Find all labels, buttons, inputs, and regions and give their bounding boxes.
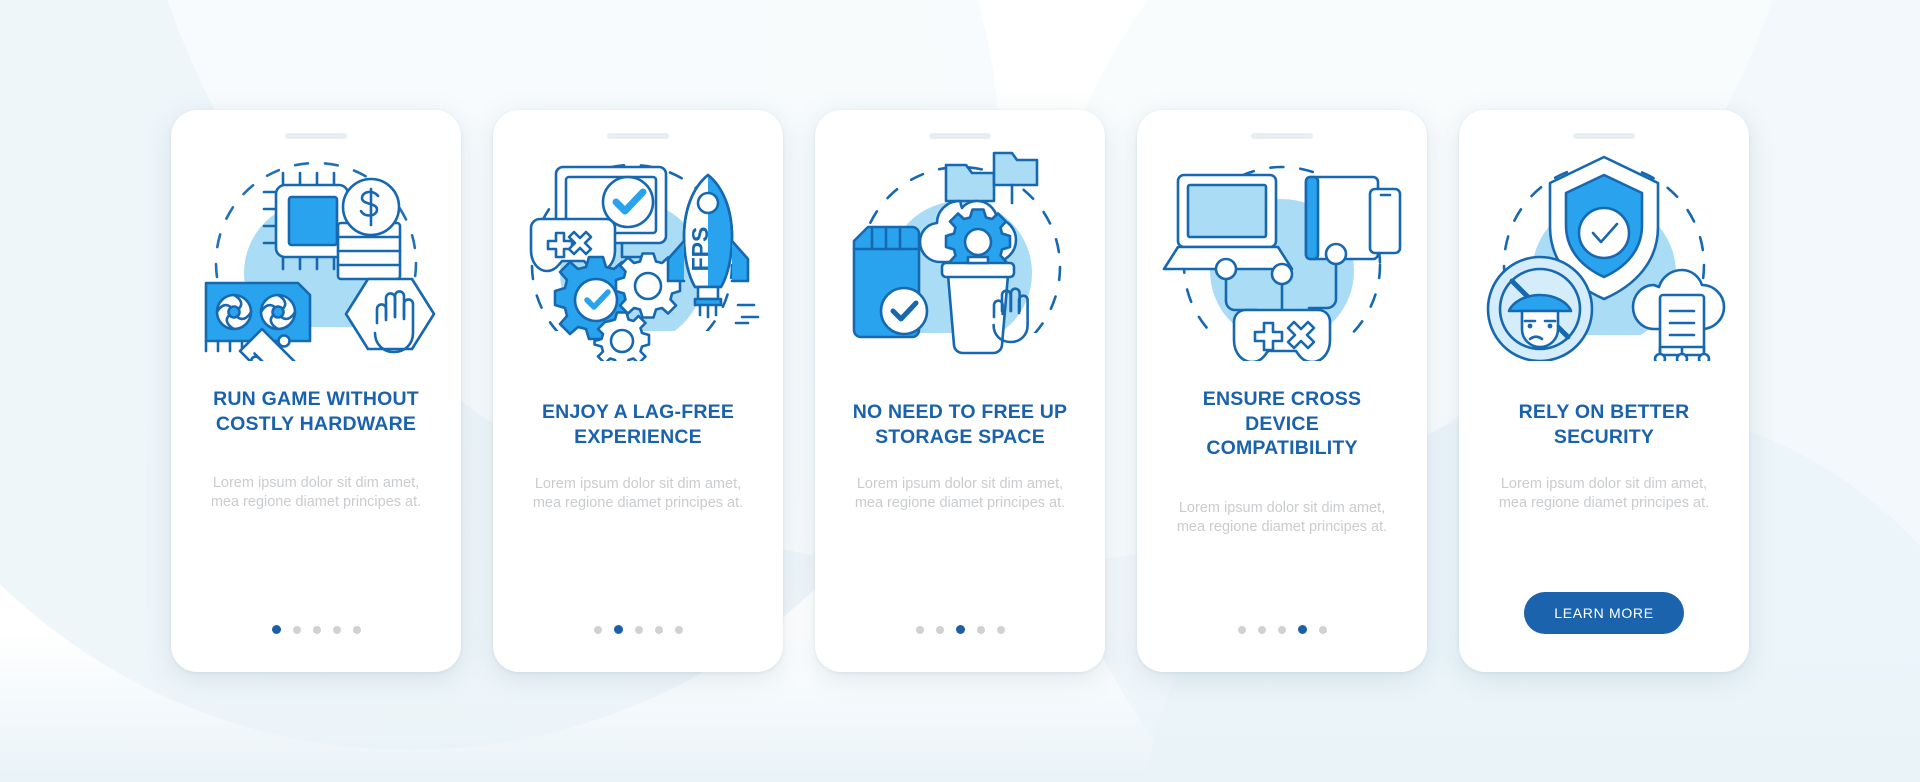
screen-text-block: NO NEED TO FREE UP STORAGE SPACE Lorem i… bbox=[844, 361, 1076, 625]
pagination-dot-2[interactable] bbox=[292, 625, 301, 634]
pagination-dot-4[interactable] bbox=[1297, 625, 1307, 634]
screen-footer bbox=[493, 625, 783, 672]
screen-footer: LEARN MORE bbox=[1459, 592, 1749, 672]
screen-title: NO NEED TO FREE UP STORAGE SPACE bbox=[852, 401, 1068, 448]
screen-title: RUN GAME WITHOUT COSTLY HARDWARE bbox=[213, 388, 419, 435]
onboarding-screen-run-game-without-costly-hardware: RUN GAME WITHOUT COSTLY HARDWARE Lorem i… bbox=[171, 110, 461, 672]
monitor-check-gamepad-gears-rocket-illustration: FPS bbox=[512, 163, 764, 361]
rocket-fps-label: FPS bbox=[687, 227, 713, 272]
onboarding-screen-enjoy-a-lag-free-experience: FPS ENJOY A LAG-FREE EXPERIENCE Lorem ip… bbox=[493, 110, 783, 672]
pagination-dot-4[interactable] bbox=[976, 625, 985, 634]
screen-body-text: Lorem ipsum dolor sit dim amet, mea regi… bbox=[1498, 476, 1710, 511]
screen-body-text: Lorem ipsum dolor sit dim amet, mea regi… bbox=[1176, 499, 1388, 535]
pagination-dot-5[interactable] bbox=[674, 625, 683, 634]
pagination-dot-4[interactable] bbox=[332, 625, 341, 634]
onboarding-screen-rely-on-better-security: RELY ON BETTER SECURITY Lorem ipsum dolo… bbox=[1459, 110, 1749, 672]
screen-title: ENJOY A LAG-FREE EXPERIENCE bbox=[541, 401, 735, 448]
phone-speaker-notch bbox=[929, 133, 991, 139]
pagination-dot-3[interactable] bbox=[955, 625, 965, 634]
pagination-dot-4[interactable] bbox=[654, 625, 663, 634]
memory-card-check-icon bbox=[852, 225, 929, 339]
pagination-dots[interactable] bbox=[593, 625, 683, 634]
phone-speaker-notch bbox=[607, 133, 669, 139]
pagination-dot-1[interactable] bbox=[593, 625, 602, 634]
pagination-dot-3[interactable] bbox=[312, 625, 321, 634]
smartphone-icon bbox=[1368, 187, 1402, 255]
pagination-dot-2[interactable] bbox=[613, 625, 623, 634]
laptop-icon bbox=[1162, 173, 1294, 271]
screen-body-text: Lorem ipsum dolor sit dim amet, mea regi… bbox=[210, 475, 422, 510]
onboarding-screen-no-need-to-free-up-storage-space: NO NEED TO FREE UP STORAGE SPACE Lorem i… bbox=[815, 110, 1105, 672]
screen-text-block: RELY ON BETTER SECURITY Lorem ipsum dolo… bbox=[1488, 361, 1720, 592]
no-pirate-icon bbox=[1486, 255, 1594, 361]
pagination-dot-2[interactable] bbox=[935, 625, 944, 634]
pagination-dot-5[interactable] bbox=[1318, 625, 1327, 634]
pagination-dots[interactable] bbox=[271, 625, 361, 634]
pagination-dot-5[interactable] bbox=[352, 625, 361, 634]
phone-speaker-notch bbox=[285, 133, 347, 139]
pagination-dots[interactable] bbox=[915, 625, 1005, 634]
screen-title: ENSURE CROSS DEVICE COMPATIBILITY bbox=[1202, 388, 1362, 459]
memory-card-cloud-folders-trash-illustration bbox=[834, 151, 1086, 361]
screen-text-block: ENJOY A LAG-FREE EXPERIENCE Lorem ipsum … bbox=[522, 361, 754, 625]
screen-body-text: Lorem ipsum dolor sit dim amet, mea regi… bbox=[532, 476, 744, 511]
screen-title: RELY ON BETTER SECURITY bbox=[1518, 401, 1690, 448]
pagination-dot-1[interactable] bbox=[271, 625, 281, 634]
screen-footer bbox=[815, 625, 1105, 672]
pagination-dots[interactable] bbox=[1237, 625, 1327, 634]
pagination-dot-3[interactable] bbox=[1277, 625, 1286, 634]
screen-body-text: Lorem ipsum dolor sit dim amet, mea regi… bbox=[854, 476, 1066, 511]
dollar-coin-icon bbox=[341, 177, 401, 237]
onboarding-screens-rail: RUN GAME WITHOUT COSTLY HARDWARE Lorem i… bbox=[0, 0, 1920, 782]
onboarding-screen-ensure-cross-device-compatibility: ENSURE CROSS DEVICE COMPATIBILITY Lorem … bbox=[1137, 110, 1427, 672]
screen-text-block: RUN GAME WITHOUT COSTLY HARDWARE Lorem i… bbox=[200, 361, 432, 625]
shield-check-no-pirate-cloud-server-illustration bbox=[1478, 155, 1730, 361]
screen-footer bbox=[1137, 625, 1427, 672]
phone-speaker-notch bbox=[1251, 133, 1313, 139]
phone-speaker-notch bbox=[1573, 133, 1635, 139]
pagination-dot-1[interactable] bbox=[915, 625, 924, 634]
screen-text-block: ENSURE CROSS DEVICE COMPATIBILITY Lorem … bbox=[1166, 361, 1398, 625]
learn-more-button[interactable]: LEARN MORE bbox=[1524, 592, 1684, 634]
screen-footer bbox=[171, 625, 461, 672]
laptop-tablet-phone-gamepad-network-illustration bbox=[1156, 165, 1408, 361]
pagination-dot-5[interactable] bbox=[996, 625, 1005, 634]
pagination-dot-1[interactable] bbox=[1237, 625, 1246, 634]
pagination-dot-3[interactable] bbox=[634, 625, 643, 634]
cpu-chip-money-gpu-stop-hand-illustration bbox=[190, 161, 442, 361]
pagination-dot-2[interactable] bbox=[1257, 625, 1266, 634]
